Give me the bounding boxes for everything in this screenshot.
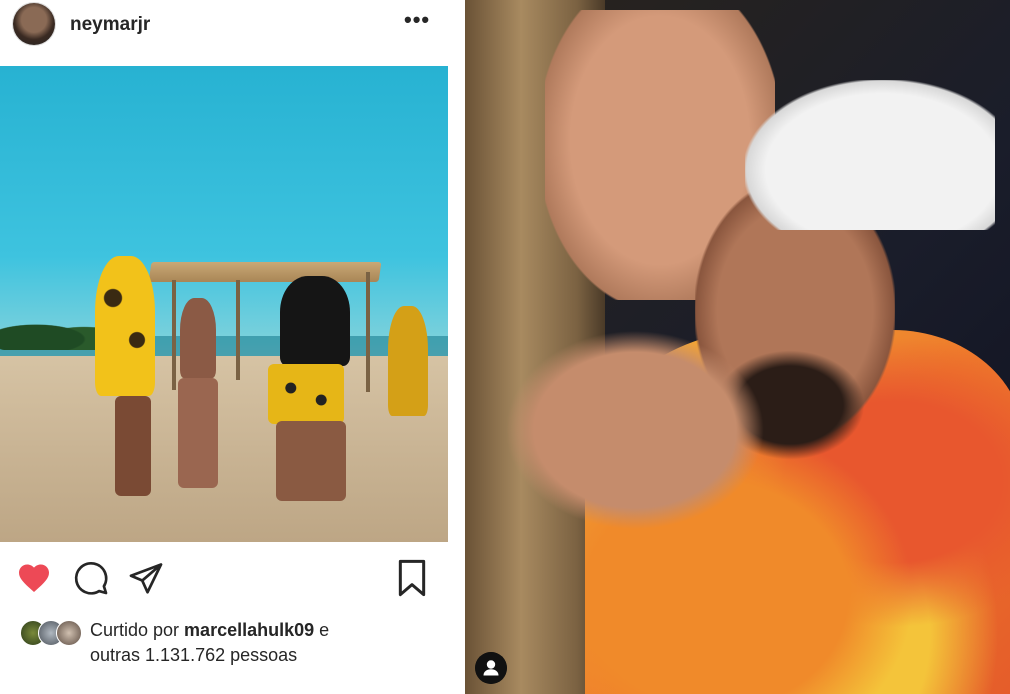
post-photo[interactable]: [0, 66, 448, 542]
hut-pole: [172, 280, 176, 390]
person-figure: [388, 306, 428, 416]
likes-summary: Curtido por marcellahulk09 e outras 1.13…: [0, 614, 463, 674]
person-figure: [180, 298, 216, 378]
likes-connector: e: [314, 620, 330, 640]
likes-prefix: Curtido por: [90, 620, 185, 640]
share-icon[interactable]: [128, 560, 164, 596]
user-tag-icon[interactable]: [475, 652, 507, 684]
selfie-photo[interactable]: [465, 0, 1010, 694]
heart-icon[interactable]: [15, 560, 53, 596]
hut-pole: [236, 280, 240, 380]
white-cap: [745, 80, 995, 230]
person-legs: [276, 421, 346, 501]
post-header: neymarjr •••: [0, 0, 463, 66]
sand: [0, 356, 448, 542]
arm: [505, 330, 765, 530]
more-options-button[interactable]: •••: [404, 7, 430, 33]
liker-avatar: [56, 620, 82, 646]
person-legs: [115, 396, 151, 496]
person-legs: [178, 378, 218, 488]
instagram-post: neymarjr ••• Curtido por marcellahulk09 …: [0, 0, 463, 694]
liker-username[interactable]: marcellahulk09: [184, 620, 314, 640]
person-figure: [280, 276, 350, 366]
likes-others-link[interactable]: outras 1.131.762 pessoas: [90, 645, 297, 666]
save-icon[interactable]: [395, 558, 429, 598]
hut-roof: [148, 262, 382, 282]
hut-pole: [366, 272, 370, 392]
post-username[interactable]: neymarjr: [70, 14, 150, 36]
person-shorts: [268, 364, 344, 424]
profile-avatar[interactable]: [13, 3, 55, 45]
post-actions: [0, 552, 463, 604]
person-figure: [95, 256, 155, 396]
comment-icon[interactable]: [73, 560, 109, 596]
liker-avatars[interactable]: [20, 620, 84, 646]
likes-text-line1: Curtido por marcellahulk09 e: [90, 620, 329, 641]
